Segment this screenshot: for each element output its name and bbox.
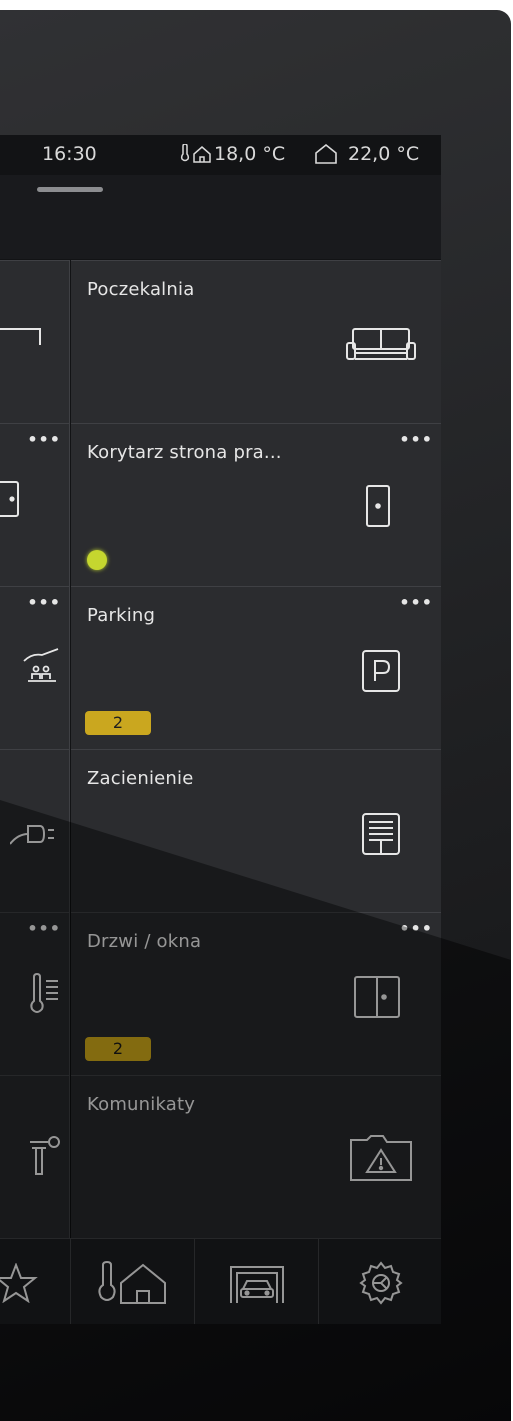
tile-left-4[interactable] <box>0 749 70 912</box>
outdoor-house-icon <box>98 1261 166 1304</box>
settings-gear-icon <box>359 1261 403 1305</box>
sofa-icon <box>346 328 416 360</box>
car-garage-icon <box>230 1266 284 1303</box>
nav-outdoor[interactable] <box>71 1239 195 1324</box>
parking-icon <box>362 650 400 692</box>
tile-drzwi-okna[interactable]: Drzwi / okna ••• 2 <box>71 912 441 1075</box>
outdoor-temperature: 18,0 °C <box>214 143 286 165</box>
tile-korytarz[interactable]: Korytarz strona pra... ••• <box>71 423 441 586</box>
tile-menu-dots[interactable]: ••• <box>27 919 61 938</box>
tile-poczekalnia[interactable]: Poczekalnia <box>71 260 441 423</box>
screen: 16:30 18,0 °C 22,0 °C Poczekalnia ••• Ko… <box>0 135 441 1324</box>
window-icon <box>354 976 400 1018</box>
sensor-icon <box>30 1136 60 1175</box>
tile-parking[interactable]: Parking ••• 2 <box>71 586 441 749</box>
nav-garage[interactable] <box>195 1239 319 1324</box>
door-icon <box>366 485 390 527</box>
tile-label: Parking <box>87 605 156 626</box>
house-icon <box>315 144 337 164</box>
door-icon <box>0 481 19 517</box>
people-icon <box>23 648 59 682</box>
tile-menu-dots[interactable]: ••• <box>399 919 433 938</box>
room-grid: Poczekalnia ••• Korytarz strona pra... •… <box>0 260 441 1238</box>
favorites-star-icon <box>0 1263 38 1303</box>
tile-menu-dots[interactable]: ••• <box>399 430 433 449</box>
status-led <box>87 550 107 570</box>
pull-down-handle[interactable] <box>37 187 103 192</box>
blind-icon <box>362 813 400 855</box>
nav-favorites[interactable] <box>0 1239 71 1324</box>
count-badge: 2 <box>85 1037 151 1061</box>
tile-left-3[interactable]: ••• <box>0 586 70 749</box>
bottom-navigation <box>0 1238 441 1324</box>
tile-menu-dots[interactable]: ••• <box>27 430 61 449</box>
outdoor-temperature-icon <box>180 144 211 163</box>
tile-left-1[interactable] <box>0 260 70 423</box>
tile-label: Komunikaty <box>87 1094 196 1115</box>
tile-label: Zacienienie <box>87 768 194 789</box>
tile-zacienienie[interactable]: Zacienienie <box>71 749 441 912</box>
tile-label: Drzwi / okna <box>87 931 202 952</box>
tile-label: Poczekalnia <box>87 279 195 300</box>
bed-icon <box>0 328 41 345</box>
clock: 16:30 <box>42 143 97 165</box>
touch-panel-device: 16:30 18,0 °C 22,0 °C Poczekalnia ••• Ko… <box>0 10 511 1421</box>
thermometer-icon <box>30 973 58 1013</box>
tile-left-5[interactable]: ••• <box>0 912 70 1075</box>
tile-left-2[interactable]: ••• <box>0 423 70 586</box>
indoor-temperature: 22,0 °C <box>348 143 420 165</box>
plug-icon <box>10 825 54 845</box>
tile-menu-dots[interactable]: ••• <box>27 593 61 612</box>
tile-menu-dots[interactable]: ••• <box>399 593 433 612</box>
nav-settings[interactable] <box>319 1239 441 1324</box>
tile-komunikaty[interactable]: Komunikaty <box>71 1075 441 1238</box>
count-badge: 2 <box>85 711 151 735</box>
tile-left-6[interactable] <box>0 1075 70 1238</box>
warning-folder-icon <box>350 1135 412 1181</box>
tile-label: Korytarz strona pra... <box>87 442 282 463</box>
status-bar: 16:30 18,0 °C 22,0 °C <box>0 135 441 175</box>
